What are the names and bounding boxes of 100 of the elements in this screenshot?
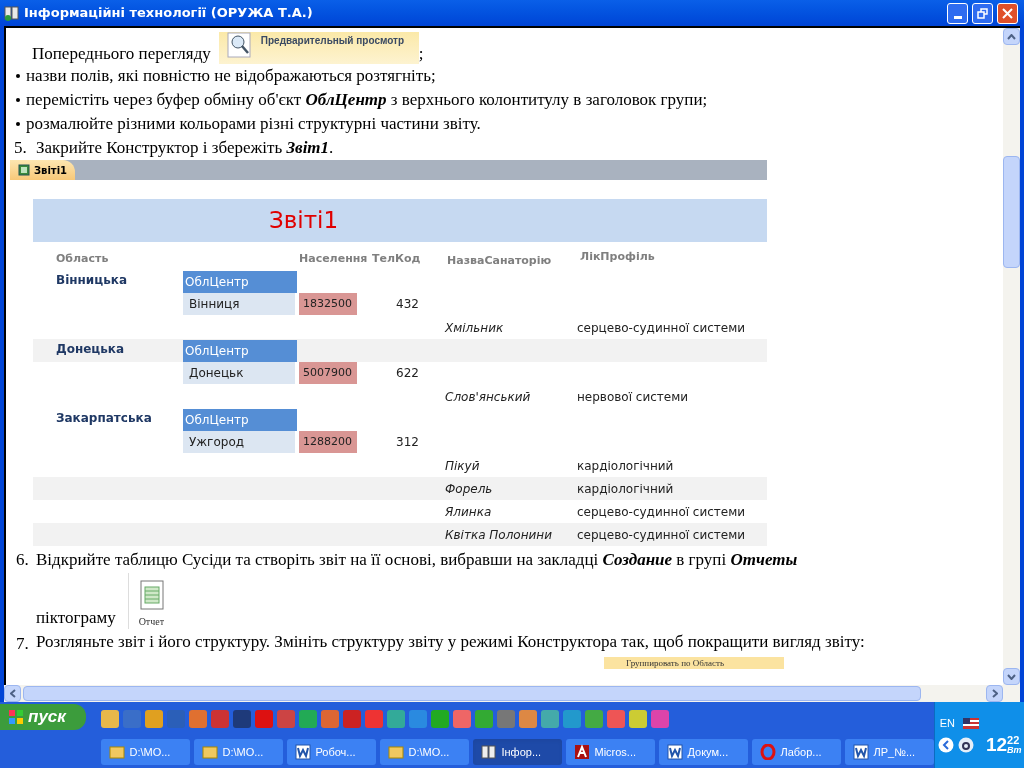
table-cell-text: кардіологічний <box>577 458 674 475</box>
launcher-icon[interactable] <box>101 710 120 728</box>
list-item-text: назви полів, які повністю не відображаються розтягніть; <box>26 65 436 88</box>
list-item-text: розмалюйте різними кольорами різні структурні частини звіту. <box>26 113 481 136</box>
table-cell-text: Пікуй <box>445 458 480 475</box>
preview-button[interactable]: Предварительный просмотр <box>218 32 419 64</box>
table-cell-text: серцево-судинної системи <box>577 504 746 521</box>
launcher-icon[interactable] <box>189 710 208 728</box>
launcher-icon[interactable] <box>563 710 582 728</box>
column-header: Населення <box>299 251 368 267</box>
table-cell-text: Слов'янський <box>445 389 531 406</box>
vertical-scrollbar[interactable] <box>1003 28 1020 685</box>
report-icon <box>18 164 30 176</box>
taskbar-button[interactable]: Micros... <box>566 739 656 765</box>
taskbar-button[interactable]: Лабор... <box>752 739 842 765</box>
group-name: Вінницька <box>56 272 127 289</box>
launcher-icon[interactable] <box>607 710 626 728</box>
restore-icon <box>977 7 988 19</box>
scroll-thumb[interactable] <box>1003 155 1020 268</box>
flag-icon[interactable] <box>963 717 979 729</box>
launcher-icon[interactable] <box>409 710 428 728</box>
launcher-icon[interactable] <box>299 710 318 728</box>
group-by-button[interactable]: Группировать по Область <box>604 657 784 669</box>
launcher-icon[interactable] <box>233 710 252 728</box>
folder-icon <box>202 744 219 760</box>
taskbar-button[interactable]: D:\MO... <box>380 739 470 765</box>
table-cell-text: серцево-судинної системи <box>577 527 746 544</box>
table-cell: Донецьк <box>183 362 295 384</box>
scroll-right-button[interactable] <box>986 685 1003 702</box>
minimize-icon <box>953 15 962 19</box>
scroll-down-button[interactable] <box>1003 668 1020 685</box>
table-cell-text: Квітка Полонини <box>445 527 552 544</box>
table-cell-text: нервової системи <box>577 389 689 406</box>
ring-icon <box>760 744 777 760</box>
start-button[interactable]: пуск <box>0 704 86 730</box>
report-tab[interactable]: Звіті1 <box>10 160 76 180</box>
column-header: НазваСанаторію <box>447 253 552 269</box>
list-number: 5. <box>14 137 28 160</box>
document-icon <box>853 744 870 760</box>
table-cell-text: серцево-судинної системи <box>577 320 746 337</box>
scroll-thumb[interactable] <box>23 686 921 701</box>
launcher-icon[interactable] <box>255 710 274 728</box>
report-icon <box>138 579 165 610</box>
folder-icon <box>388 744 405 760</box>
paragraph-text: ; <box>418 45 424 64</box>
taskbar-button[interactable]: D:\MO... <box>101 739 191 765</box>
table-cell-text: 622 <box>395 365 419 382</box>
launcher-icon[interactable] <box>651 710 670 728</box>
field-label: ОблЦентр <box>183 409 297 431</box>
list-item-text: Відкрийте таблицю Сусіди та створіть звіт на її основі, вибравши на закладці Создание в групі Отчеты <box>36 549 798 571</box>
launcher-icon[interactable] <box>475 710 494 728</box>
magnifier-icon <box>226 32 253 58</box>
database-icon <box>574 744 591 760</box>
launcher-icon[interactable] <box>431 710 450 728</box>
list-number: 7. <box>16 632 30 655</box>
taskbar-button[interactable]: Робоч... <box>287 739 377 765</box>
close-icon <box>1002 7 1013 19</box>
report-button[interactable]: Отчет <box>127 572 174 629</box>
taskbar-button[interactable]: D:\MO... <box>194 739 284 765</box>
column-header: Область <box>56 251 109 267</box>
scroll-left-button[interactable] <box>4 685 21 702</box>
launcher-icon[interactable] <box>629 710 648 728</box>
table-cell: Вінниця <box>183 293 295 315</box>
paragraph-text: піктограму <box>36 607 116 629</box>
document-icon <box>295 744 312 760</box>
taskbar-button[interactable]: Інфор... <box>473 739 563 765</box>
column-header: ЛікПрофіль <box>580 249 655 265</box>
bullet-icon <box>16 122 20 126</box>
launcher-icon[interactable] <box>321 710 340 728</box>
language-indicator[interactable]: EN <box>939 714 955 732</box>
launcher-icon[interactable] <box>453 710 472 728</box>
table-cell-text: Форель <box>445 481 493 498</box>
restore-button[interactable] <box>972 2 993 24</box>
group-name: Донецька <box>56 341 125 358</box>
close-button[interactable] <box>997 2 1018 24</box>
list-item-text: перемістіть через буфер обміну об'єкт ОблЦентр з верхнього колонтитулу в заголовок групи; <box>26 89 708 112</box>
taskbar-button[interactable]: ЛР_№... <box>845 739 935 765</box>
folder-icon <box>109 744 126 760</box>
field-label: ОблЦентр <box>183 271 297 293</box>
table-cell-text: кардіологічний <box>577 481 674 498</box>
group-name: Закарпатська <box>56 410 152 427</box>
launcher-icon[interactable] <box>585 710 604 728</box>
launcher-icon[interactable] <box>387 710 406 728</box>
launcher-icon[interactable] <box>541 710 560 728</box>
launcher-icon[interactable] <box>365 710 384 728</box>
taskbar-button[interactable]: Докум... <box>659 739 749 765</box>
windows-logo-icon <box>8 709 24 725</box>
table-cell-text: 312 <box>395 434 419 451</box>
table-cell: 1832500 <box>299 293 357 315</box>
bullet-icon <box>16 74 20 78</box>
launcher-icon[interactable] <box>519 710 538 728</box>
scroll-up-button[interactable] <box>1003 28 1020 45</box>
paragraph-text: Попереднього перегляду <box>32 45 211 64</box>
bullet-icon <box>16 98 20 102</box>
launcher-icon[interactable] <box>145 710 164 728</box>
book-icon <box>481 744 498 760</box>
table-cell: 5007900 <box>299 362 357 384</box>
horizontal-scrollbar[interactable] <box>4 685 1020 702</box>
minimize-button[interactable] <box>947 2 968 24</box>
column-header: ТелКод <box>372 251 421 267</box>
